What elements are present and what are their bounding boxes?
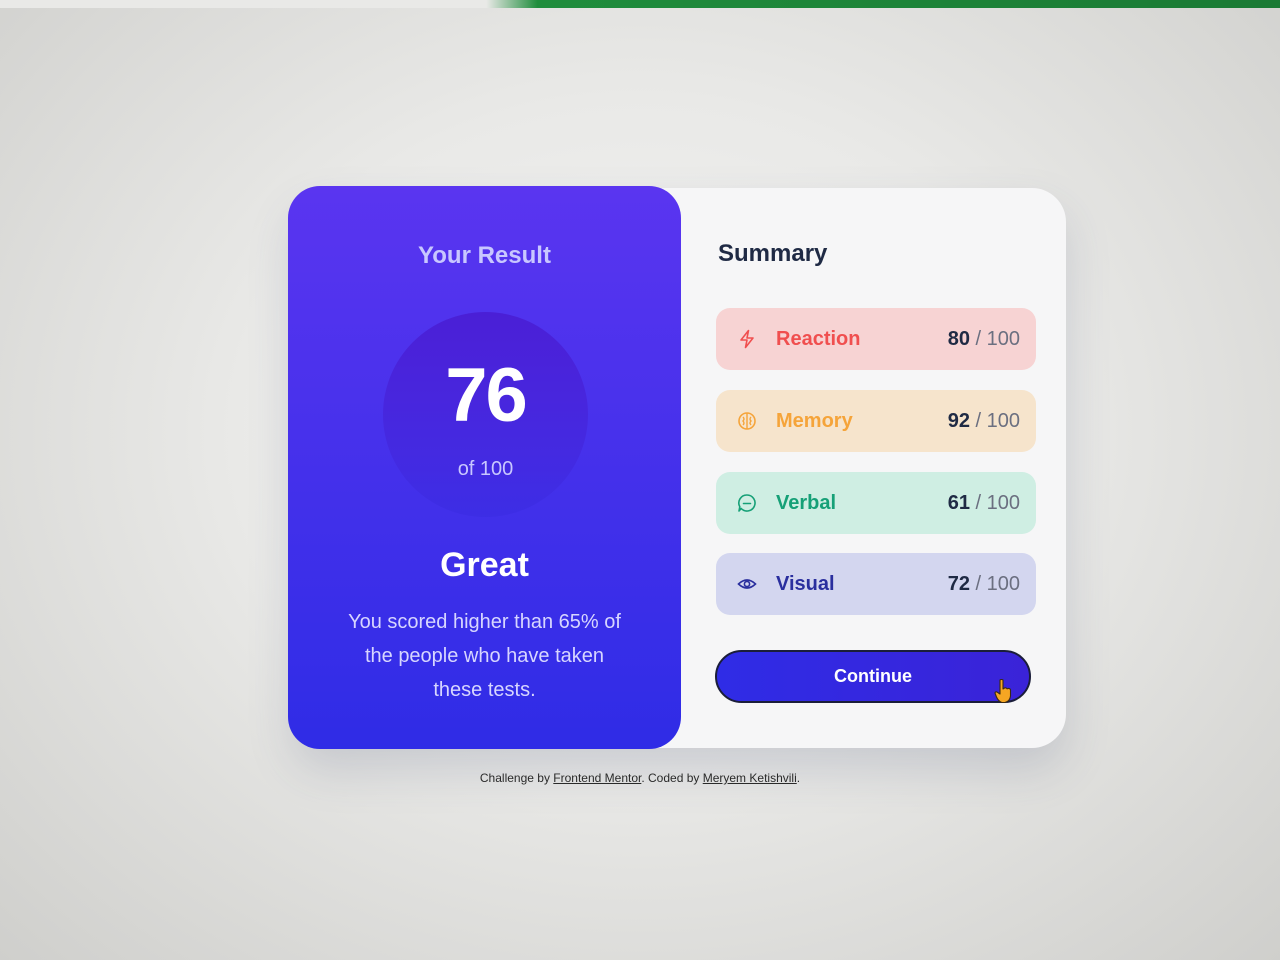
summary-item-label: Memory <box>776 409 853 432</box>
summary-item-verbal: Verbal 61 / 100 <box>716 472 1036 534</box>
summary-item-label: Reaction <box>776 327 861 350</box>
grade-label: Great <box>440 546 529 584</box>
summary-item-reaction: Reaction 80 / 100 <box>716 308 1036 370</box>
summary-item-score: 92 / 100 <box>947 409 1020 432</box>
frontend-mentor-link[interactable]: Frontend Mentor <box>553 771 641 785</box>
score-circle: 76 of 100 <box>383 312 588 517</box>
attribution-footer: Challenge by Frontend Mentor. Coded by M… <box>479 771 801 785</box>
summary-item-score: 61 / 100 <box>947 491 1020 514</box>
summary-item-label: Visual <box>776 572 835 595</box>
lightning-icon <box>736 328 758 350</box>
author-link[interactable]: Meryem Ketishvili <box>703 771 797 785</box>
summary-item-memory: Memory 92 / 100 <box>716 390 1036 452</box>
result-panel: Your Result 76 of 100 Great You scored h… <box>288 186 681 749</box>
result-title: Your Result <box>418 242 551 269</box>
summary-item-label: Verbal <box>776 491 837 514</box>
summary-item-visual: Visual 72 / 100 <box>716 553 1036 615</box>
score-total: of 100 <box>457 458 514 480</box>
score-value: 76 <box>445 353 528 438</box>
eye-icon <box>736 573 758 595</box>
summary-item-score: 72 / 100 <box>947 572 1020 595</box>
brain-icon <box>736 410 758 432</box>
browser-edge-strip <box>0 0 1280 8</box>
chat-icon <box>736 492 758 514</box>
hand-cursor-icon <box>994 678 1012 704</box>
summary-title: Summary <box>718 240 828 267</box>
continue-button[interactable]: Continue <box>715 650 1031 703</box>
summary-item-score: 80 / 100 <box>947 327 1020 350</box>
result-message: You scored higher than 65% of the people… <box>348 611 621 701</box>
